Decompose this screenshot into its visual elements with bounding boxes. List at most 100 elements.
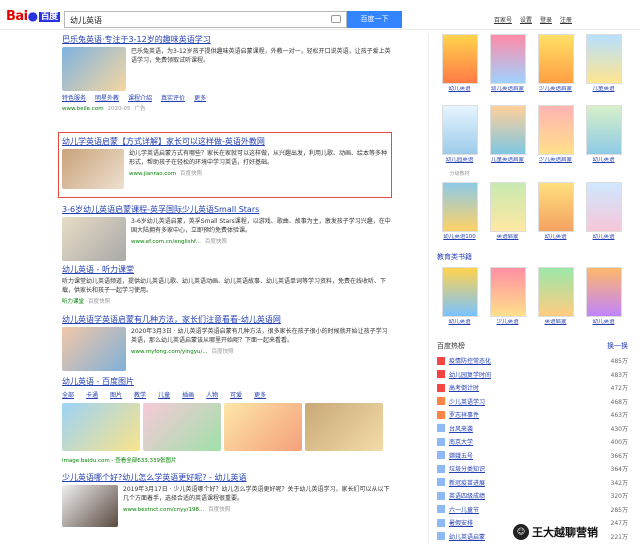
snapshot-link[interactable]: 百度快照	[180, 171, 202, 177]
hot-item-title[interactable]: 罗志祥事件	[449, 410, 600, 419]
image-tab[interactable]: 插画	[182, 390, 194, 399]
book-title: 幼儿英语100	[443, 234, 476, 240]
source-name[interactable]: 听力课堂	[62, 299, 84, 305]
sitelink[interactable]: 真实评价	[161, 93, 185, 102]
result-title[interactable]: 幼儿英语 - 百度图片	[62, 376, 392, 387]
book-card[interactable]: 幼儿英语	[581, 267, 626, 333]
url-text: www.ef.com.cn/englishf...	[131, 239, 201, 245]
book-card[interactable]: 幼儿英语100	[437, 182, 482, 248]
result-title[interactable]: 3-6岁幼儿英语启蒙课程-英孚国际少儿英语Small Stars	[62, 204, 392, 215]
book-card[interactable]: 英语启蒙	[485, 182, 530, 248]
search-button[interactable]: 百度一下	[347, 11, 402, 28]
book-card[interactable]: 幼儿英语	[581, 182, 626, 248]
search-query: 幼儿英语	[70, 16, 102, 25]
image-thumb[interactable]	[305, 403, 383, 451]
hot-list-item[interactable]: 疫情防控常态化 485万	[437, 354, 628, 368]
result-thumbnail[interactable]	[62, 217, 126, 261]
hot-item-count: 366万	[610, 452, 628, 460]
book-card[interactable]: 幼儿英语启蒙	[485, 34, 530, 100]
image-tab[interactable]: 人物	[206, 390, 218, 399]
hot-list-item[interactable]: 台风来袭 430万	[437, 422, 628, 436]
result-thumbnail[interactable]	[62, 485, 118, 527]
image-tab[interactable]: 教学	[134, 390, 146, 399]
result-thumbnail[interactable]	[62, 327, 126, 371]
hot-item-title[interactable]: 六一儿童节	[449, 505, 600, 514]
book-card[interactable]: 幼儿英语	[437, 34, 482, 100]
image-thumb[interactable]	[224, 403, 302, 451]
book-card[interactable]: 英语启蒙	[533, 267, 578, 333]
hot-list-item[interactable]: 垃圾分类知识 364万	[437, 462, 628, 476]
book-card[interactable]: 少儿英语启蒙	[533, 105, 578, 177]
book-card[interactable]: 儿童英语启蒙	[485, 105, 530, 177]
book-card[interactable]: 幼儿园英语 分级教材	[437, 105, 482, 177]
refresh-button[interactable]: 换一换	[607, 341, 628, 351]
hot-item-title[interactable]: 高考倒计时	[449, 383, 600, 392]
book-cover	[441, 182, 478, 232]
snapshot-link[interactable]: 百度快照	[208, 507, 230, 513]
textbook-heading[interactable]: 教育类书籍	[437, 252, 628, 262]
result-thumbnail[interactable]	[62, 149, 124, 189]
result-title[interactable]: 少儿英语哪个好?幼儿怎么学英语更好呢? - 幼儿英语	[62, 472, 392, 483]
camera-icon[interactable]	[331, 15, 341, 23]
result-thumbnail[interactable]	[62, 47, 126, 91]
ad-badge: 广告	[134, 106, 146, 112]
top-link-settings[interactable]: 设置	[520, 15, 532, 24]
result-url: www.beile.com 2020-05 广告	[62, 104, 392, 112]
hot-item-title[interactable]: 台风来袭	[449, 424, 600, 433]
hot-item-title[interactable]: 英语四级成绩	[449, 491, 600, 500]
book-card[interactable]: 儿童英语	[581, 34, 626, 100]
sitelink[interactable]: 特色服务	[62, 93, 86, 102]
hot-item-title[interactable]: 南京大学	[449, 437, 600, 446]
book-cover	[441, 267, 478, 317]
hot-item-title[interactable]: 嫦娥五号	[449, 451, 600, 460]
hot-list-item[interactable]: 南京大学 400万	[437, 435, 628, 449]
image-tab[interactable]: 可爱	[230, 390, 242, 399]
result-title[interactable]: 巴乐兔英语·专注于3-12岁的趣味英语学习	[62, 34, 392, 45]
hot-item-title[interactable]: 垃圾分类知识	[449, 464, 600, 473]
sitelink[interactable]: 更多	[194, 93, 206, 102]
image-tab[interactable]: 儿童	[158, 390, 170, 399]
book-cover	[489, 34, 526, 84]
hot-list-item[interactable]: 幼儿园复学时间 483万	[437, 368, 628, 382]
hot-list-item[interactable]: 新冠疫苗进展 342万	[437, 476, 628, 490]
image-source[interactable]: image.baidu.com - 查看全部633,339张图片	[62, 456, 392, 464]
snapshot-link[interactable]: 百度快照	[205, 239, 227, 245]
image-result: 幼儿英语 - 百度图片 全部 卡通 图片 教学 儿童 插画 人物 可爱 更多 i…	[62, 376, 392, 472]
snapshot-link[interactable]: 百度快照	[88, 299, 110, 305]
hot-list-item[interactable]: 罗志祥事件 463万	[437, 408, 628, 422]
hot-item-title[interactable]: 疫情防控常态化	[449, 356, 600, 365]
top-link-baijiahao[interactable]: 百家号	[494, 15, 512, 24]
image-tab[interactable]: 卡通	[86, 390, 98, 399]
sitelink[interactable]: 课程介绍	[128, 93, 152, 102]
top-link-register[interactable]: 注册	[560, 15, 572, 24]
result-title[interactable]: 幼儿学英语启蒙【方式详解】家长可以这样做-英语外教网	[62, 136, 388, 147]
snapshot-link[interactable]: 百度快照	[212, 349, 234, 355]
hot-list-item[interactable]: 高考倒计时 472万	[437, 381, 628, 395]
result-title[interactable]: 幼儿英语学英语启蒙有几种方法，家长们注意看看-幼儿英语网	[62, 314, 392, 325]
hot-list-item[interactable]: 六一儿童节 285万	[437, 503, 628, 517]
rank-badge	[437, 478, 445, 487]
book-title: 少儿英语启蒙	[538, 86, 572, 92]
hot-item-title[interactable]: 幼儿园复学时间	[449, 370, 600, 379]
sitelink[interactable]: 明星外教	[95, 93, 119, 102]
book-card[interactable]: 幼儿英语	[581, 105, 626, 177]
top-link-login[interactable]: 登录	[540, 15, 552, 24]
hot-item-title[interactable]: 少儿英语学习	[449, 397, 600, 406]
image-tab[interactable]: 更多	[254, 390, 266, 399]
hot-list-item[interactable]: 嫦娥五号 366万	[437, 449, 628, 463]
image-thumb[interactable]	[143, 403, 221, 451]
image-tab[interactable]: 图片	[110, 390, 122, 399]
book-subtitle: 分级教材	[449, 171, 470, 177]
book-card[interactable]: 幼儿英语	[437, 267, 482, 333]
hot-list-item[interactable]: 少儿英语学习 468万	[437, 395, 628, 409]
hot-item-title[interactable]: 新冠疫苗进展	[449, 478, 600, 487]
result-title[interactable]: 幼儿英语 - 听力课堂	[62, 264, 392, 275]
book-card[interactable]: 幼儿英语	[533, 182, 578, 248]
search-input[interactable]: 幼儿英语	[64, 11, 347, 28]
book-card[interactable]: 少儿英语	[485, 267, 530, 333]
book-card[interactable]: 少儿英语启蒙	[533, 34, 578, 100]
hot-list-item[interactable]: 英语四级成绩 320万	[437, 489, 628, 503]
image-tab[interactable]: 全部	[62, 390, 74, 399]
baidu-logo[interactable]: Bai● 百度	[6, 9, 60, 24]
image-thumb[interactable]	[62, 403, 140, 451]
